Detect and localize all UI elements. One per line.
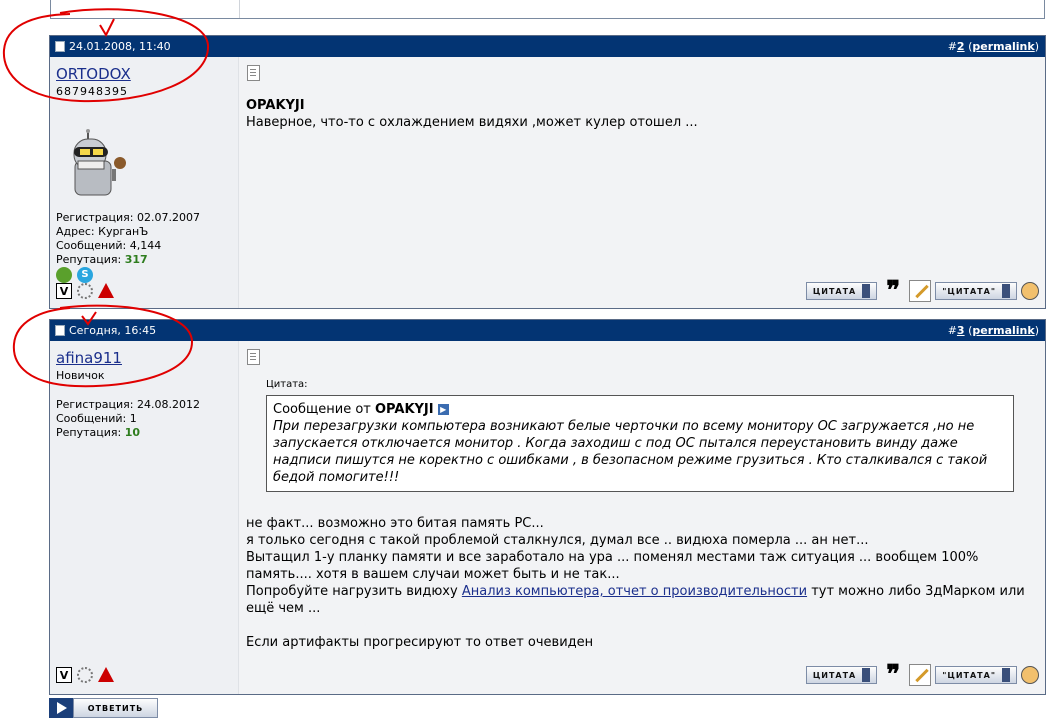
multi-quote-icon[interactable]: ❞ [881,662,905,688]
quick-quote-button[interactable]: "ЦИТАТА" [935,666,1017,684]
user-stats: Регистрация: 24.08.2012 Сообщений: 1 Реп… [56,398,200,439]
user-sidebar: afina911 Новичок Регистрация: 24.08.2012… [50,341,237,694]
post-doc-icon [55,325,65,336]
user-icon[interactable] [1021,282,1039,300]
post-action-bar: ЦИТАТА ❞ "ЦИТАТА" [805,278,1039,304]
post-date: 24.01.2008, 11:40 [55,40,171,53]
reputation-value: 10 [124,426,141,439]
warning-icon[interactable] [98,283,114,298]
user-action-icons: V [56,667,114,683]
warning-icon[interactable] [98,667,114,682]
post-text: Наверное, что-то с охлаждением видяхи ,м… [246,115,698,130]
contact-icons: S [56,267,93,283]
page-icon [247,349,260,365]
v-icon[interactable]: V [56,283,72,299]
edit-icon[interactable] [909,280,932,302]
user-title: Новичок [56,369,105,382]
username-link[interactable]: afina911 [56,349,122,367]
user-stats: Регистрация: 02.07.2007 Адрес: КурганЪ С… [56,211,200,266]
reply-arrow-icon [49,698,73,718]
post-body: afina911 Новичок Регистрация: 24.08.2012… [50,341,1045,694]
user-icon[interactable] [1021,666,1039,684]
post-number-link[interactable]: 2 [957,40,965,53]
permalink-link[interactable]: permalink [972,324,1034,337]
post-header: Сегодня, 16:45 #3 (permalink) [50,320,1045,341]
analysis-link[interactable]: Анализ компьютера, отчет о производитель… [462,584,807,599]
post-text: не факт... возможно это битая память PC.… [246,516,1025,650]
v-icon[interactable]: V [56,667,72,683]
page-icon [247,65,260,81]
icq-icon[interactable] [56,267,72,283]
post-date: Сегодня, 16:45 [55,324,156,337]
user-id: 687948395 [56,85,128,98]
multi-quote-icon[interactable]: ❞ [881,278,905,304]
username-link[interactable]: ORTODOX [56,65,131,83]
avatar [73,129,126,196]
user-sidebar: ORTODOX 687948395 Регистрация: 02.07.200… [50,57,237,308]
post-body: ORTODOX 687948395 Регистрация: 02.07.200… [50,57,1045,308]
post-number: #3 (permalink) [947,324,1039,337]
post-doc-icon [55,41,65,52]
post-number: #2 (permalink) [947,40,1039,53]
gear-icon[interactable] [77,667,93,683]
post-action-bar: ЦИТАТА ❞ "ЦИТАТА" [805,662,1039,688]
quick-quote-button[interactable]: "ЦИТАТА" [935,282,1017,300]
quote-author: OPAKYJI [375,402,434,417]
go-to-post-icon[interactable]: ▶ [437,404,449,415]
quote-box: Сообщение от OPAKYJI ▶ При перезагрузки … [266,395,1014,492]
user-action-icons: V [56,283,114,299]
reply-button[interactable]: ОТВЕТИТЬ [49,698,158,718]
post-2: 24.01.2008, 11:40 #2 (permalink) ORTODOX… [49,35,1046,309]
quote-label: Цитата: [266,379,308,390]
skype-icon[interactable]: S [77,267,93,283]
post-number-link[interactable]: 3 [957,324,965,337]
previous-post-bottom-edge [50,0,1045,19]
post-content: OPAKYJI Наверное, что-то с охлаждением в… [238,57,1045,308]
post-title: OPAKYJI [246,98,305,113]
post-header: 24.01.2008, 11:40 #2 (permalink) [50,36,1045,57]
permalink-link[interactable]: permalink [972,40,1034,53]
post-content: Цитата: Сообщение от OPAKYJI ▶ При перез… [238,341,1045,694]
quote-button[interactable]: ЦИТАТА [805,282,878,300]
edit-icon[interactable] [909,664,932,686]
quote-button[interactable]: ЦИТАТА [805,666,878,684]
reputation-value: 317 [124,253,148,266]
gear-icon[interactable] [77,283,93,299]
post-3: Сегодня, 16:45 #3 (permalink) afina911 Н… [49,319,1046,695]
